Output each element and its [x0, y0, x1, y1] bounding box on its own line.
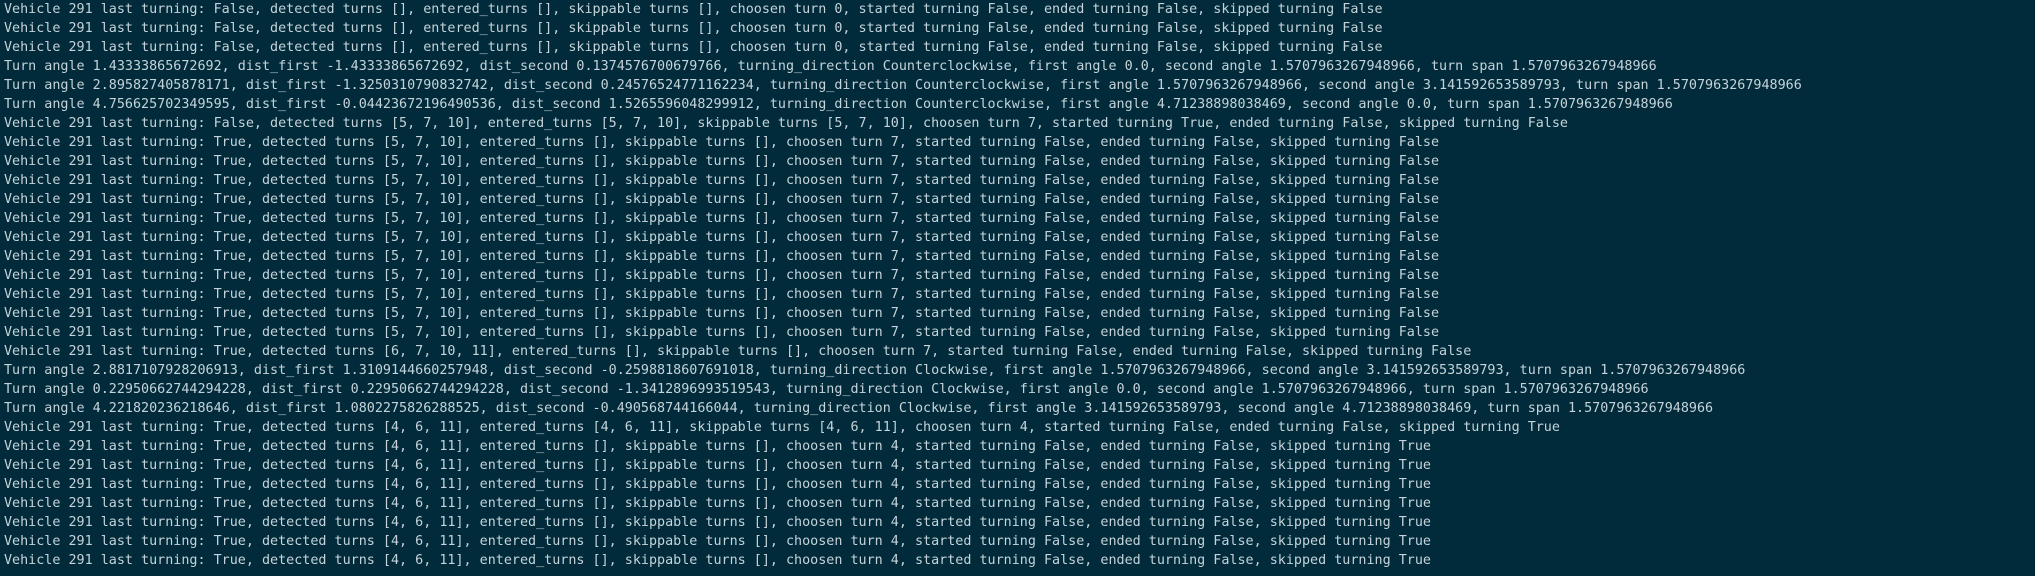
log-line: Vehicle 291 last turning: False, detecte… — [4, 40, 1383, 55]
log-line: Vehicle 291 last turning: True, detected… — [4, 306, 1440, 321]
log-line: Vehicle 291 last turning: True, detected… — [4, 287, 1440, 302]
log-line: Vehicle 291 last turning: True, detected… — [4, 135, 1440, 150]
log-line: Vehicle 291 last turning: True, detected… — [4, 230, 1440, 245]
log-line: Vehicle 291 last turning: True, detected… — [4, 477, 1431, 492]
log-line: Vehicle 291 last turning: True, detected… — [4, 496, 1431, 511]
log-line: Vehicle 291 last turning: True, detected… — [4, 344, 1472, 359]
log-line: Turn angle 4.221820236218646, dist_first… — [4, 401, 1714, 416]
log-line: Vehicle 291 last turning: True, detected… — [4, 515, 1431, 530]
log-line: Vehicle 291 last turning: False, detecte… — [4, 21, 1383, 36]
log-line: Vehicle 291 last turning: True, detected… — [4, 439, 1431, 454]
log-line: Turn angle 2.895827405878171, dist_first… — [4, 78, 1802, 93]
log-line: Vehicle 291 last turning: True, detected… — [4, 534, 1431, 549]
log-line: Vehicle 291 last turning: False, detecte… — [4, 116, 1568, 131]
log-line: Vehicle 291 last turning: False, detecte… — [4, 2, 1383, 17]
log-line: Turn angle 4.756625702349595, dist_first… — [4, 97, 1673, 112]
log-line: Turn angle 1.43333865672692, dist_first … — [4, 59, 1657, 74]
log-line: Vehicle 291 last turning: True, detected… — [4, 268, 1440, 283]
log-line: Vehicle 291 last turning: True, detected… — [4, 249, 1440, 264]
log-line: Turn angle 2.8817107928206913, dist_firs… — [4, 363, 1746, 378]
log-line: Vehicle 291 last turning: True, detected… — [4, 458, 1431, 473]
log-line: Vehicle 291 last turning: True, detected… — [4, 173, 1440, 188]
log-line: Vehicle 291 last turning: True, detected… — [4, 325, 1440, 340]
log-line: Turn angle 0.22950662744294228, dist_fir… — [4, 382, 1649, 397]
log-line: Vehicle 291 last turning: True, detected… — [4, 192, 1440, 207]
log-line: Vehicle 291 last turning: True, detected… — [4, 154, 1440, 169]
log-line: Vehicle 291 last turning: True, detected… — [4, 420, 1560, 435]
log-line: Vehicle 291 last turning: True, detected… — [4, 553, 1431, 568]
terminal-output[interactable]: Vehicle 291 last turning: False, detecte… — [0, 0, 2035, 576]
log-line: Vehicle 291 last turning: True, detected… — [4, 211, 1440, 226]
